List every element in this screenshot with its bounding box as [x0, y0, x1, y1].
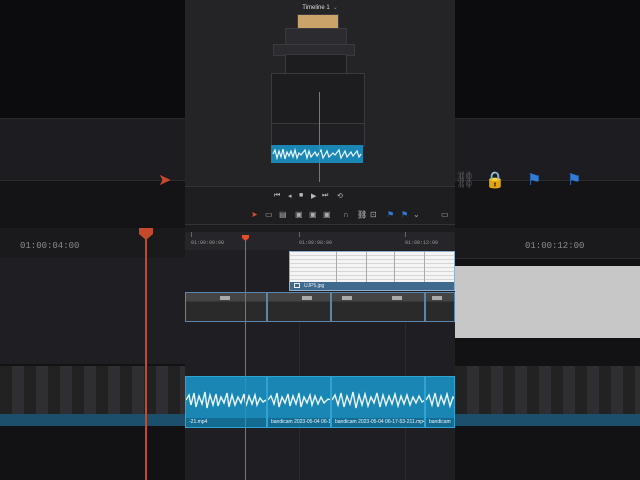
video-clip[interactable]: [185, 292, 267, 322]
video-clip[interactable]: [267, 292, 331, 322]
clip-name: -21.mp4: [186, 418, 266, 427]
step-back-icon[interactable]: ◂: [288, 192, 292, 200]
skip-back-icon[interactable]: ⏮: [274, 192, 280, 200]
play-icon[interactable]: ▶: [311, 192, 316, 200]
audio-clip[interactable]: -21.mp4: [185, 376, 267, 428]
marker-icon[interactable]: ⚑: [401, 210, 408, 219]
transport-controls: ⏮ ◂ ■ ▶ ⏭ ⟲: [185, 186, 455, 207]
audio-clip[interactable]: bandicam: [425, 376, 455, 428]
audio-clip[interactable]: bandicam 2023-05-04 06-17-53-211.mp4: [331, 376, 425, 428]
clip-name: bandicam: [426, 418, 454, 427]
bg-lock-icon: 🔒: [485, 172, 505, 189]
zoom-icon[interactable]: ▭: [441, 210, 449, 219]
nested-preview-audio: [271, 145, 363, 163]
audio-clip[interactable]: bandicam 2023-05-04 06-17-5...: [267, 376, 331, 428]
edit-toolbar: ➤ ▭ ▤ ▣ ▣ ▣ ∩ ⛓ ⊡ ⚑ ⚑ ⌄ ▭: [185, 206, 455, 225]
bg-timecode-right: 01:00:12:00: [525, 241, 585, 251]
bg-flag-icon: ⚑: [527, 172, 542, 189]
lock-icon[interactable]: ⊡: [370, 210, 377, 219]
nested-preview-5: [271, 73, 365, 125]
flag-icon[interactable]: ⚑: [387, 210, 394, 219]
trim-tool-icon[interactable]: ▭: [265, 210, 273, 219]
stop-icon[interactable]: ■: [299, 192, 303, 199]
blade-tool-icon[interactable]: ▤: [279, 210, 287, 219]
bg-playhead: [145, 228, 147, 480]
image-icon: [294, 283, 300, 288]
bg-marker-icon: ⚑: [567, 172, 582, 189]
nested-preview-4: [285, 54, 347, 74]
timeline-ruler[interactable]: 01:00:00:00 01:00:08:00 01:00:12:00: [185, 232, 455, 251]
ruler-timecode: 01:00:00:00: [191, 240, 225, 246]
clip-name: UJP5.jpg: [304, 283, 325, 289]
ruler-timecode: 01:00:08:00: [299, 240, 333, 246]
link-icon[interactable]: ⛓: [357, 210, 367, 219]
resolve-editor-frame: Timeline 1 ⌄ ⏮ ◂ ■ ▶ ⏭ ⟲ ➤ ▭ ▤ ▣ ▣ ▣ ∩ ⛓ …: [185, 0, 455, 480]
bg-link-icon: ⛓: [455, 172, 476, 189]
overwrite-clip-icon[interactable]: ▣: [309, 210, 317, 219]
ruler-timecode: 01:00:12:00: [405, 240, 439, 246]
replace-clip-icon[interactable]: ▣: [323, 210, 331, 219]
chevron-down-icon[interactable]: ⌄: [413, 210, 420, 219]
viewer-title[interactable]: Timeline 1 ⌄: [185, 4, 455, 11]
insert-clip-icon[interactable]: ▣: [295, 210, 303, 219]
bg-still-image: [455, 266, 640, 338]
loop-icon[interactable]: ⟲: [337, 192, 343, 200]
video-clip[interactable]: [425, 292, 455, 322]
timeline-viewer[interactable]: Timeline 1 ⌄: [185, 0, 455, 186]
bg-arrow-icon: ➤: [158, 172, 172, 189]
bg-timecode-left: 01:00:04:00: [20, 241, 80, 251]
timeline-name[interactable]: Timeline 1: [302, 5, 329, 11]
nested-preview-tracks: [271, 123, 365, 147]
chevron-down-icon[interactable]: ⌄: [333, 5, 338, 11]
nested-playhead: [319, 92, 320, 182]
background-left-panel: 01:00:04:00 ➤: [0, 0, 185, 480]
background-right-panel: 01:00:12:00 ⛓ 🔒 ⚑ ⚑: [455, 0, 640, 480]
selection-tool-icon[interactable]: ➤: [251, 210, 258, 219]
snapping-icon[interactable]: ∩: [343, 210, 349, 219]
video-clip[interactable]: [331, 292, 425, 322]
clip-name: bandicam 2023-05-04 06-17-5...: [268, 418, 330, 427]
clip-name: bandicam 2023-05-04 06-17-53-211.mp4: [332, 418, 424, 427]
playhead[interactable]: [245, 236, 246, 480]
still-image-clip[interactable]: UJP5.jpg: [289, 251, 455, 291]
skip-forward-icon[interactable]: ⏭: [322, 192, 328, 200]
